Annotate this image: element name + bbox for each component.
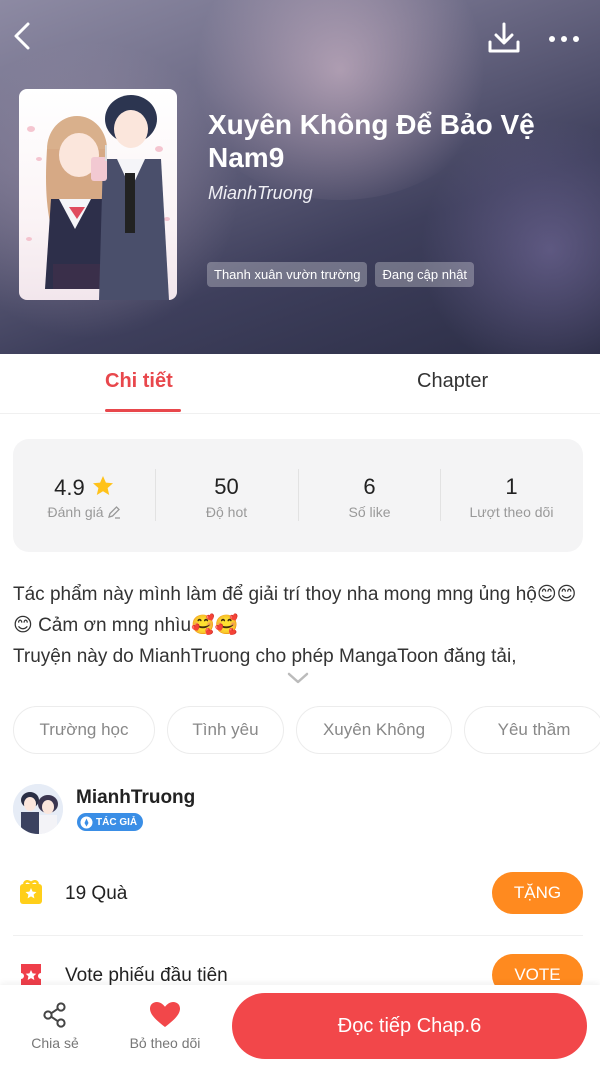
genre-list: Trường học Tình yêu Xuyên Không Yêu thầm [13, 706, 600, 754]
chevron-down-icon[interactable] [286, 670, 310, 686]
author-name[interactable]: MianhTruong [76, 787, 195, 809]
book-title: Xuyên Không Để Bảo Vệ Nam9 [208, 109, 535, 173]
rating-label: Đánh giá [47, 504, 104, 520]
unfollow-label: Bỏ theo dõi [129, 1035, 201, 1051]
book-author[interactable]: MianhTruong [208, 183, 313, 204]
stat-followers: 1 Lượt theo dõi [440, 439, 583, 552]
description-line: Truyện này do MianhTruong cho phép Manga… [13, 646, 517, 667]
tab-detail[interactable]: Chi tiết [105, 370, 173, 393]
edit-icon [107, 505, 121, 522]
hot-value: 50 [214, 474, 239, 499]
star-icon [91, 474, 115, 504]
cover-image [19, 89, 177, 300]
description-line: Tác phẩm này mình làm để giải trí thoy n… [13, 584, 577, 636]
tag-genre: Thanh xuân vườn trường [207, 262, 368, 287]
tag-status: Đang cập nhật [375, 262, 475, 287]
share-icon [41, 1001, 69, 1034]
followers-label: Lượt theo dõi [469, 504, 554, 520]
like-value: 6 [363, 474, 376, 499]
header-banner: Xuyên Không Để Bảo Vệ Nam9 MianhTruong T… [0, 0, 600, 354]
gift-button[interactable]: TẶNG [492, 872, 583, 914]
heart-icon [149, 1001, 181, 1034]
status-tags: Thanh xuân vườn trường Đang cập nhật [207, 262, 475, 287]
description: Tác phẩm này mình làm để giải trí thoy n… [13, 579, 588, 672]
back-icon[interactable] [8, 18, 40, 54]
gift-icon [17, 878, 45, 906]
author-badge-label: TÁC GIẢ [96, 816, 138, 828]
genre-chip[interactable]: Trường học [13, 706, 155, 754]
continue-reading-button[interactable]: Đọc tiếp Chap.6 [232, 993, 587, 1059]
divider [13, 935, 583, 936]
author-avatar[interactable] [13, 784, 63, 834]
vote-text: Vote phiếu đầu tiên [65, 965, 228, 986]
genre-chip[interactable]: Yêu thầm [464, 706, 600, 754]
gift-count: 19 Quà [65, 883, 128, 904]
stats-panel: 4.9 Đánh giá 50 Độ hot 6 Số like 1 Lượt … [13, 439, 583, 552]
genre-chip[interactable]: Tình yêu [167, 706, 284, 754]
author-badge: TÁC GIẢ [77, 813, 144, 831]
genre-chip[interactable]: Xuyên Không [296, 706, 452, 754]
download-icon[interactable] [486, 20, 522, 56]
rating-value: 4.9 [54, 475, 85, 500]
share-label: Chia sẻ [31, 1035, 79, 1051]
unfollow-button[interactable]: Bỏ theo dõi [122, 999, 208, 1059]
active-tab-indicator [105, 409, 181, 412]
tab-chapter[interactable]: Chapter [417, 370, 488, 393]
stat-hot: 50 Độ hot [155, 439, 298, 552]
pen-icon [80, 816, 93, 829]
bottom-action-bar: Chia sẻ Bỏ theo dõi Đọc tiếp Chap.6 [0, 985, 600, 1067]
hot-label: Độ hot [205, 504, 248, 520]
followers-value: 1 [505, 474, 518, 499]
more-icon[interactable] [544, 22, 584, 56]
stat-like: 6 Số like [298, 439, 441, 552]
stat-rating[interactable]: 4.9 Đánh giá [13, 439, 156, 552]
like-label: Số like [348, 504, 391, 520]
tab-bar: Chi tiết Chapter [0, 354, 600, 414]
share-button[interactable]: Chia sẻ [24, 999, 86, 1059]
